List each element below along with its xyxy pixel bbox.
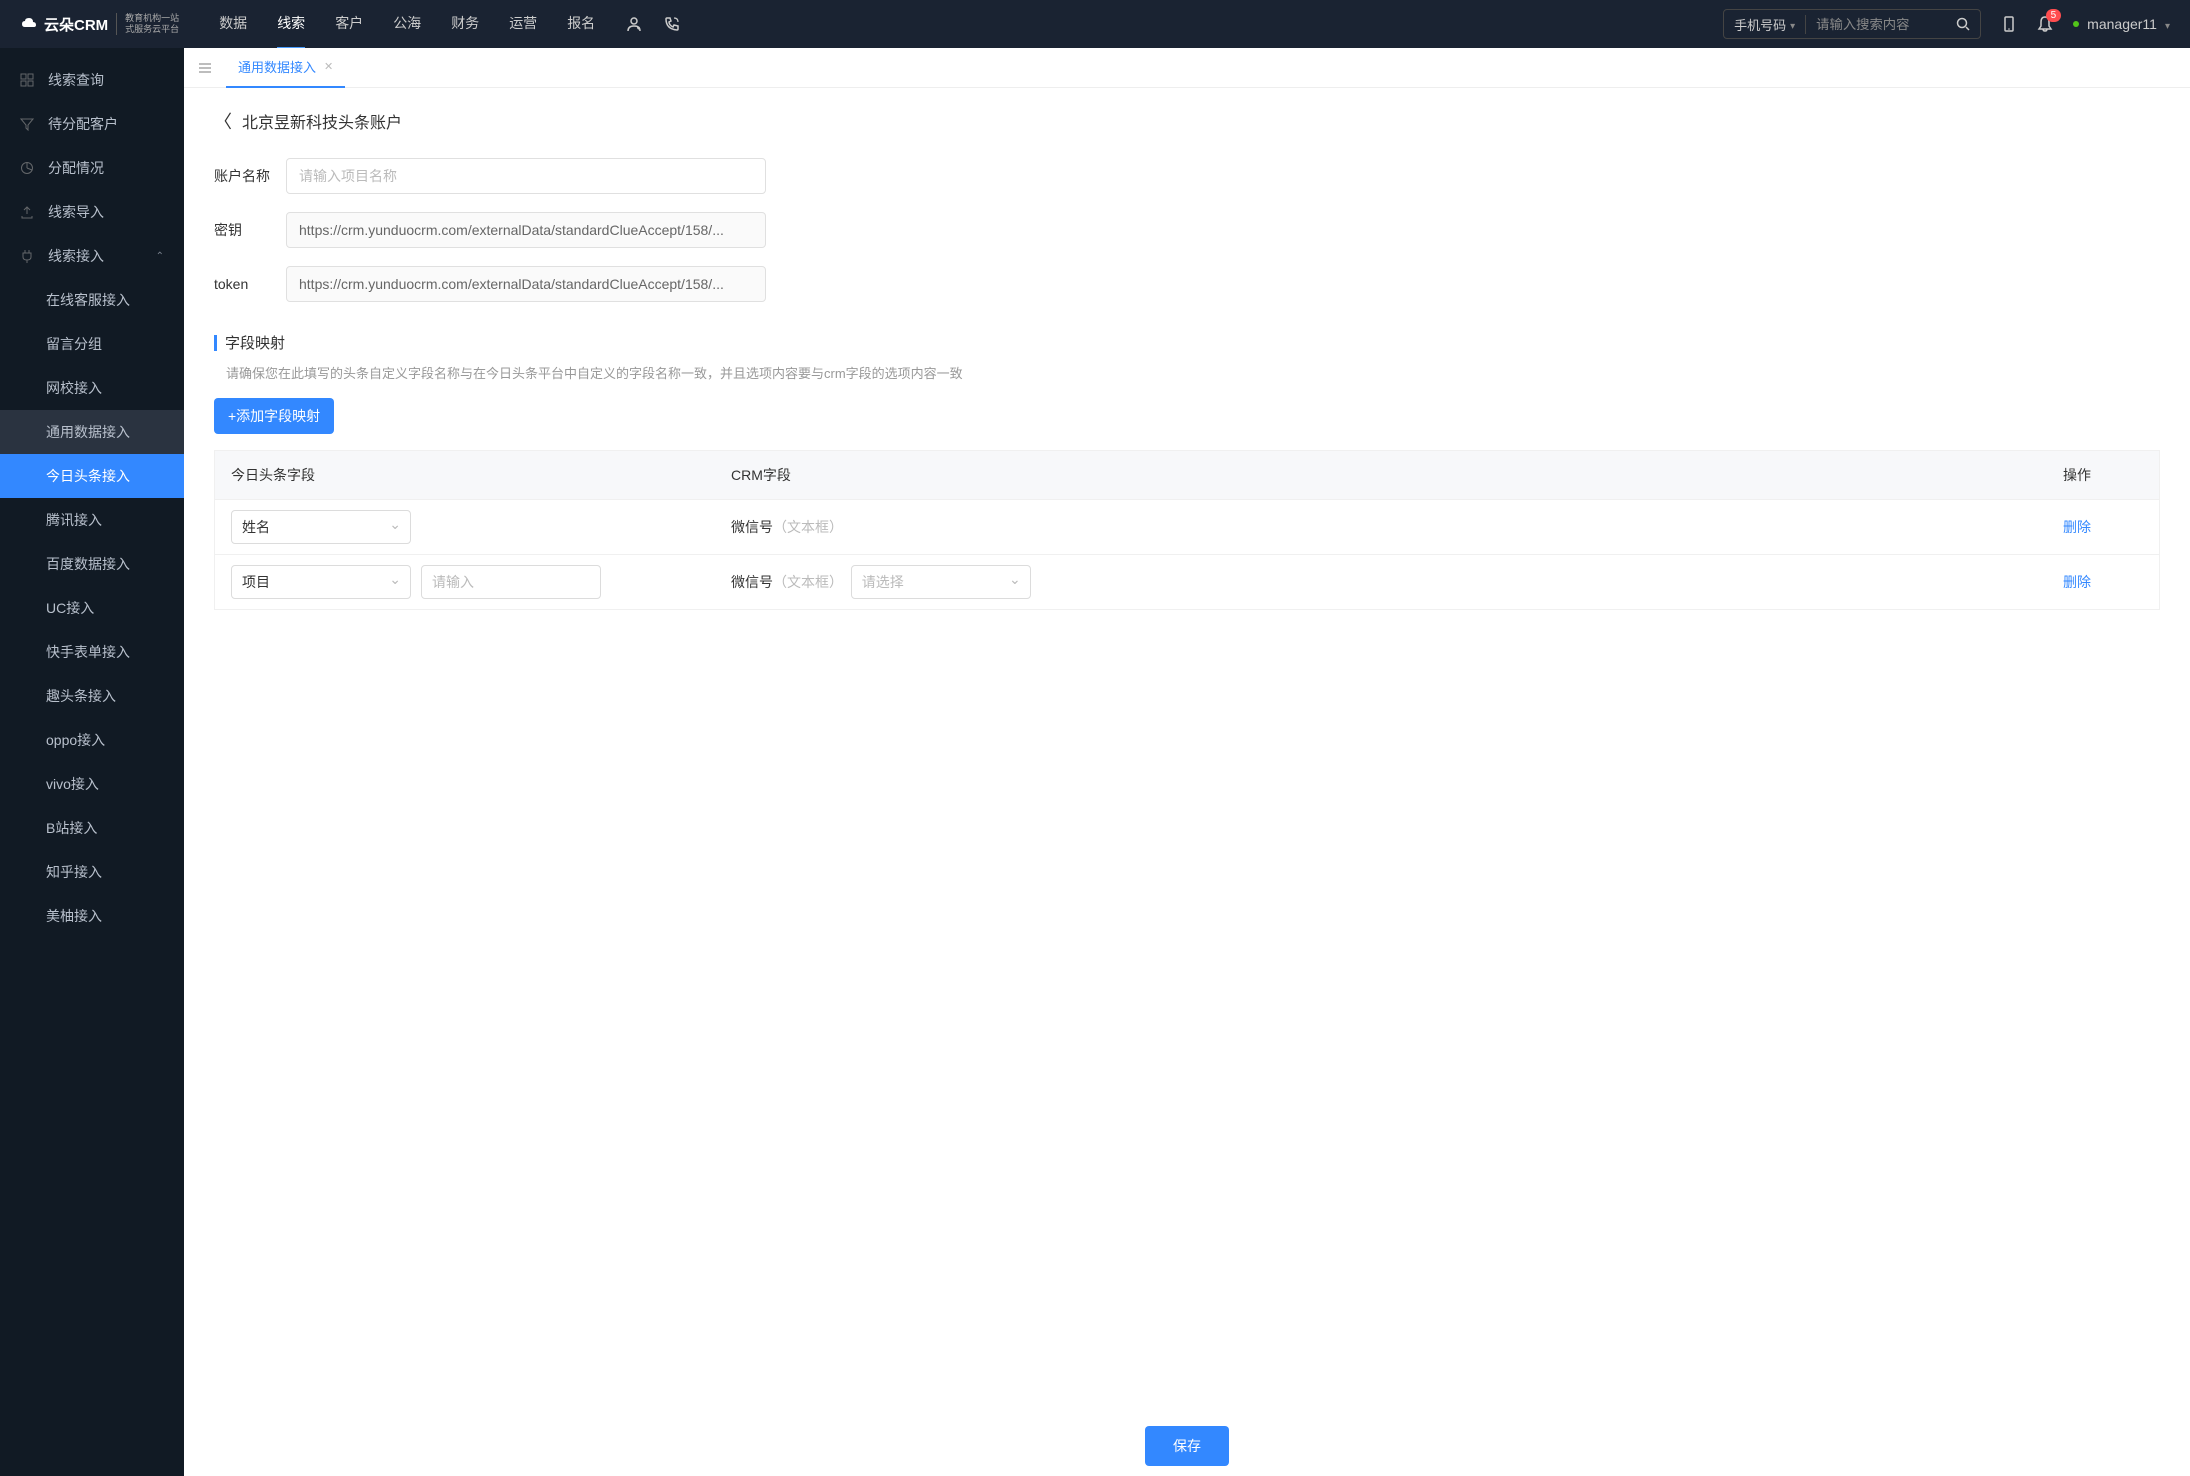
search-box: 手机号码 [1723,9,1981,39]
nav-item[interactable]: 报名 [567,0,595,49]
mapping-table: 今日头条字段 CRM字段 操作 姓名微信号（文本框）删除项目微信号（文本框） 请… [214,450,2160,610]
grid-icon [20,73,36,87]
secret-input[interactable] [286,212,766,248]
main-nav: 数据线索客户公海财务运营报名 [219,0,595,49]
sidebar-item[interactable]: 线索接入⌃ [0,234,184,278]
sidebar-sub-item[interactable]: vivo接入 [0,762,184,806]
phone-icon[interactable] [663,15,681,33]
nav-item[interactable]: 客户 [335,0,363,49]
tab-active[interactable]: 通用数据接入 ✕ [226,47,345,88]
logo-text: 云朵CRM [20,14,108,35]
upload-icon [20,205,36,219]
add-mapping-button[interactable]: +添加字段映射 [214,398,334,434]
notification-icon[interactable]: 5 [2037,15,2053,33]
sidebar-sub-item[interactable]: 在线客服接入 [0,278,184,322]
logo-subtitle: 教育机构一站 式服务云平台 [116,13,179,35]
sidebar-sub-item[interactable]: 快手表单接入 [0,630,184,674]
sidebar-sub-item[interactable]: 腾讯接入 [0,498,184,542]
sidebar-sub-item[interactable]: oppo接入 [0,718,184,762]
save-button[interactable]: 保存 [1145,1426,1229,1466]
user-add-icon[interactable] [625,15,643,33]
sidebar: 线索查询待分配客户分配情况线索导入线索接入⌃在线客服接入留言分组网校接入通用数据… [0,48,184,1476]
sidebar-item[interactable]: 线索导入 [0,190,184,234]
filter-icon [20,117,36,131]
sidebar-sub-item[interactable]: 留言分组 [0,322,184,366]
user-menu[interactable]: manager11 [2073,16,2170,32]
nav-item[interactable]: 运营 [509,0,537,49]
search-input[interactable] [1806,17,1946,32]
table-header-cell: 操作 [2063,465,2143,485]
tt-field-input[interactable] [421,565,601,599]
table-header: 今日头条字段 CRM字段 操作 [215,451,2159,499]
sidebar-sub-item[interactable]: B站接入 [0,806,184,850]
section-accent [214,335,217,351]
chevron-up-icon: ⌃ [156,251,164,262]
crm-field-type: （文本框） [773,574,843,590]
chevron-down-icon [1790,17,1795,32]
mobile-icon[interactable] [2001,15,2017,33]
search-icon[interactable] [1946,17,1980,31]
page-title: 北京昱新科技头条账户 [242,109,402,133]
notification-badge: 5 [2046,9,2062,22]
token-input[interactable] [286,266,766,302]
token-label: token [214,276,286,292]
nav-item[interactable]: 财务 [451,0,479,49]
crm-field-label: 微信号 [731,574,773,590]
account-name-input[interactable] [286,158,766,194]
page-content: 〈 北京昱新科技头条账户 账户名称 密钥 token 字段映射 请确保您在此填写… [184,88,2190,1476]
delete-link[interactable]: 删除 [2063,574,2091,590]
section-tip: 请确保您在此填写的头条自定义字段名称与在今日头条平台中自定义的字段名称一致，并且… [214,363,2160,382]
chevron-down-icon [2165,16,2170,32]
nav-item[interactable]: 线索 [277,0,305,49]
sidebar-item[interactable]: 分配情况 [0,146,184,190]
menu-toggle-icon[interactable] [194,57,216,79]
tt-field-select[interactable]: 姓名 [231,510,411,544]
tt-field-select[interactable]: 项目 [231,565,411,599]
sidebar-sub-item[interactable]: UC接入 [0,586,184,630]
delete-link[interactable]: 删除 [2063,519,2091,535]
status-dot [2073,21,2079,27]
crm-field-type: （文本框） [773,519,843,535]
secret-label: 密钥 [214,220,286,240]
sidebar-item[interactable]: 线索查询 [0,58,184,102]
sidebar-sub-item[interactable]: 百度数据接入 [0,542,184,586]
search-type-select[interactable]: 手机号码 [1724,15,1806,34]
account-name-label: 账户名称 [214,166,286,186]
nav-item[interactable]: 数据 [219,0,247,49]
sidebar-sub-item[interactable]: 今日头条接入 [0,454,184,498]
tab-bar: 通用数据接入 ✕ [184,48,2190,88]
crm-field-select[interactable]: 请选择 [851,565,1031,599]
logo: 云朵CRM 教育机构一站 式服务云平台 [20,13,179,35]
back-icon[interactable]: 〈 [214,108,232,134]
pie-icon [20,161,36,175]
table-row: 姓名 微信号（文本框） 删除 [215,499,2159,554]
close-icon[interactable]: ✕ [324,60,333,73]
sidebar-sub-item[interactable]: 通用数据接入 [0,410,184,454]
sidebar-sub-item[interactable]: 美柚接入 [0,894,184,938]
section-title: 字段映射 [225,332,285,353]
top-header: 云朵CRM 教育机构一站 式服务云平台 数据线索客户公海财务运营报名 手机号码 … [0,0,2190,48]
crm-field-label: 微信号 [731,519,773,535]
sidebar-sub-item[interactable]: 网校接入 [0,366,184,410]
plug-icon [20,249,36,263]
table-header-cell: CRM字段 [731,465,2063,485]
table-header-cell: 今日头条字段 [231,465,731,485]
nav-item[interactable]: 公海 [393,0,421,49]
sidebar-item[interactable]: 待分配客户 [0,102,184,146]
table-row: 项目 微信号（文本框） 请选择 删除 [215,554,2159,609]
sidebar-sub-item[interactable]: 知乎接入 [0,850,184,894]
sidebar-sub-item[interactable]: 趣头条接入 [0,674,184,718]
